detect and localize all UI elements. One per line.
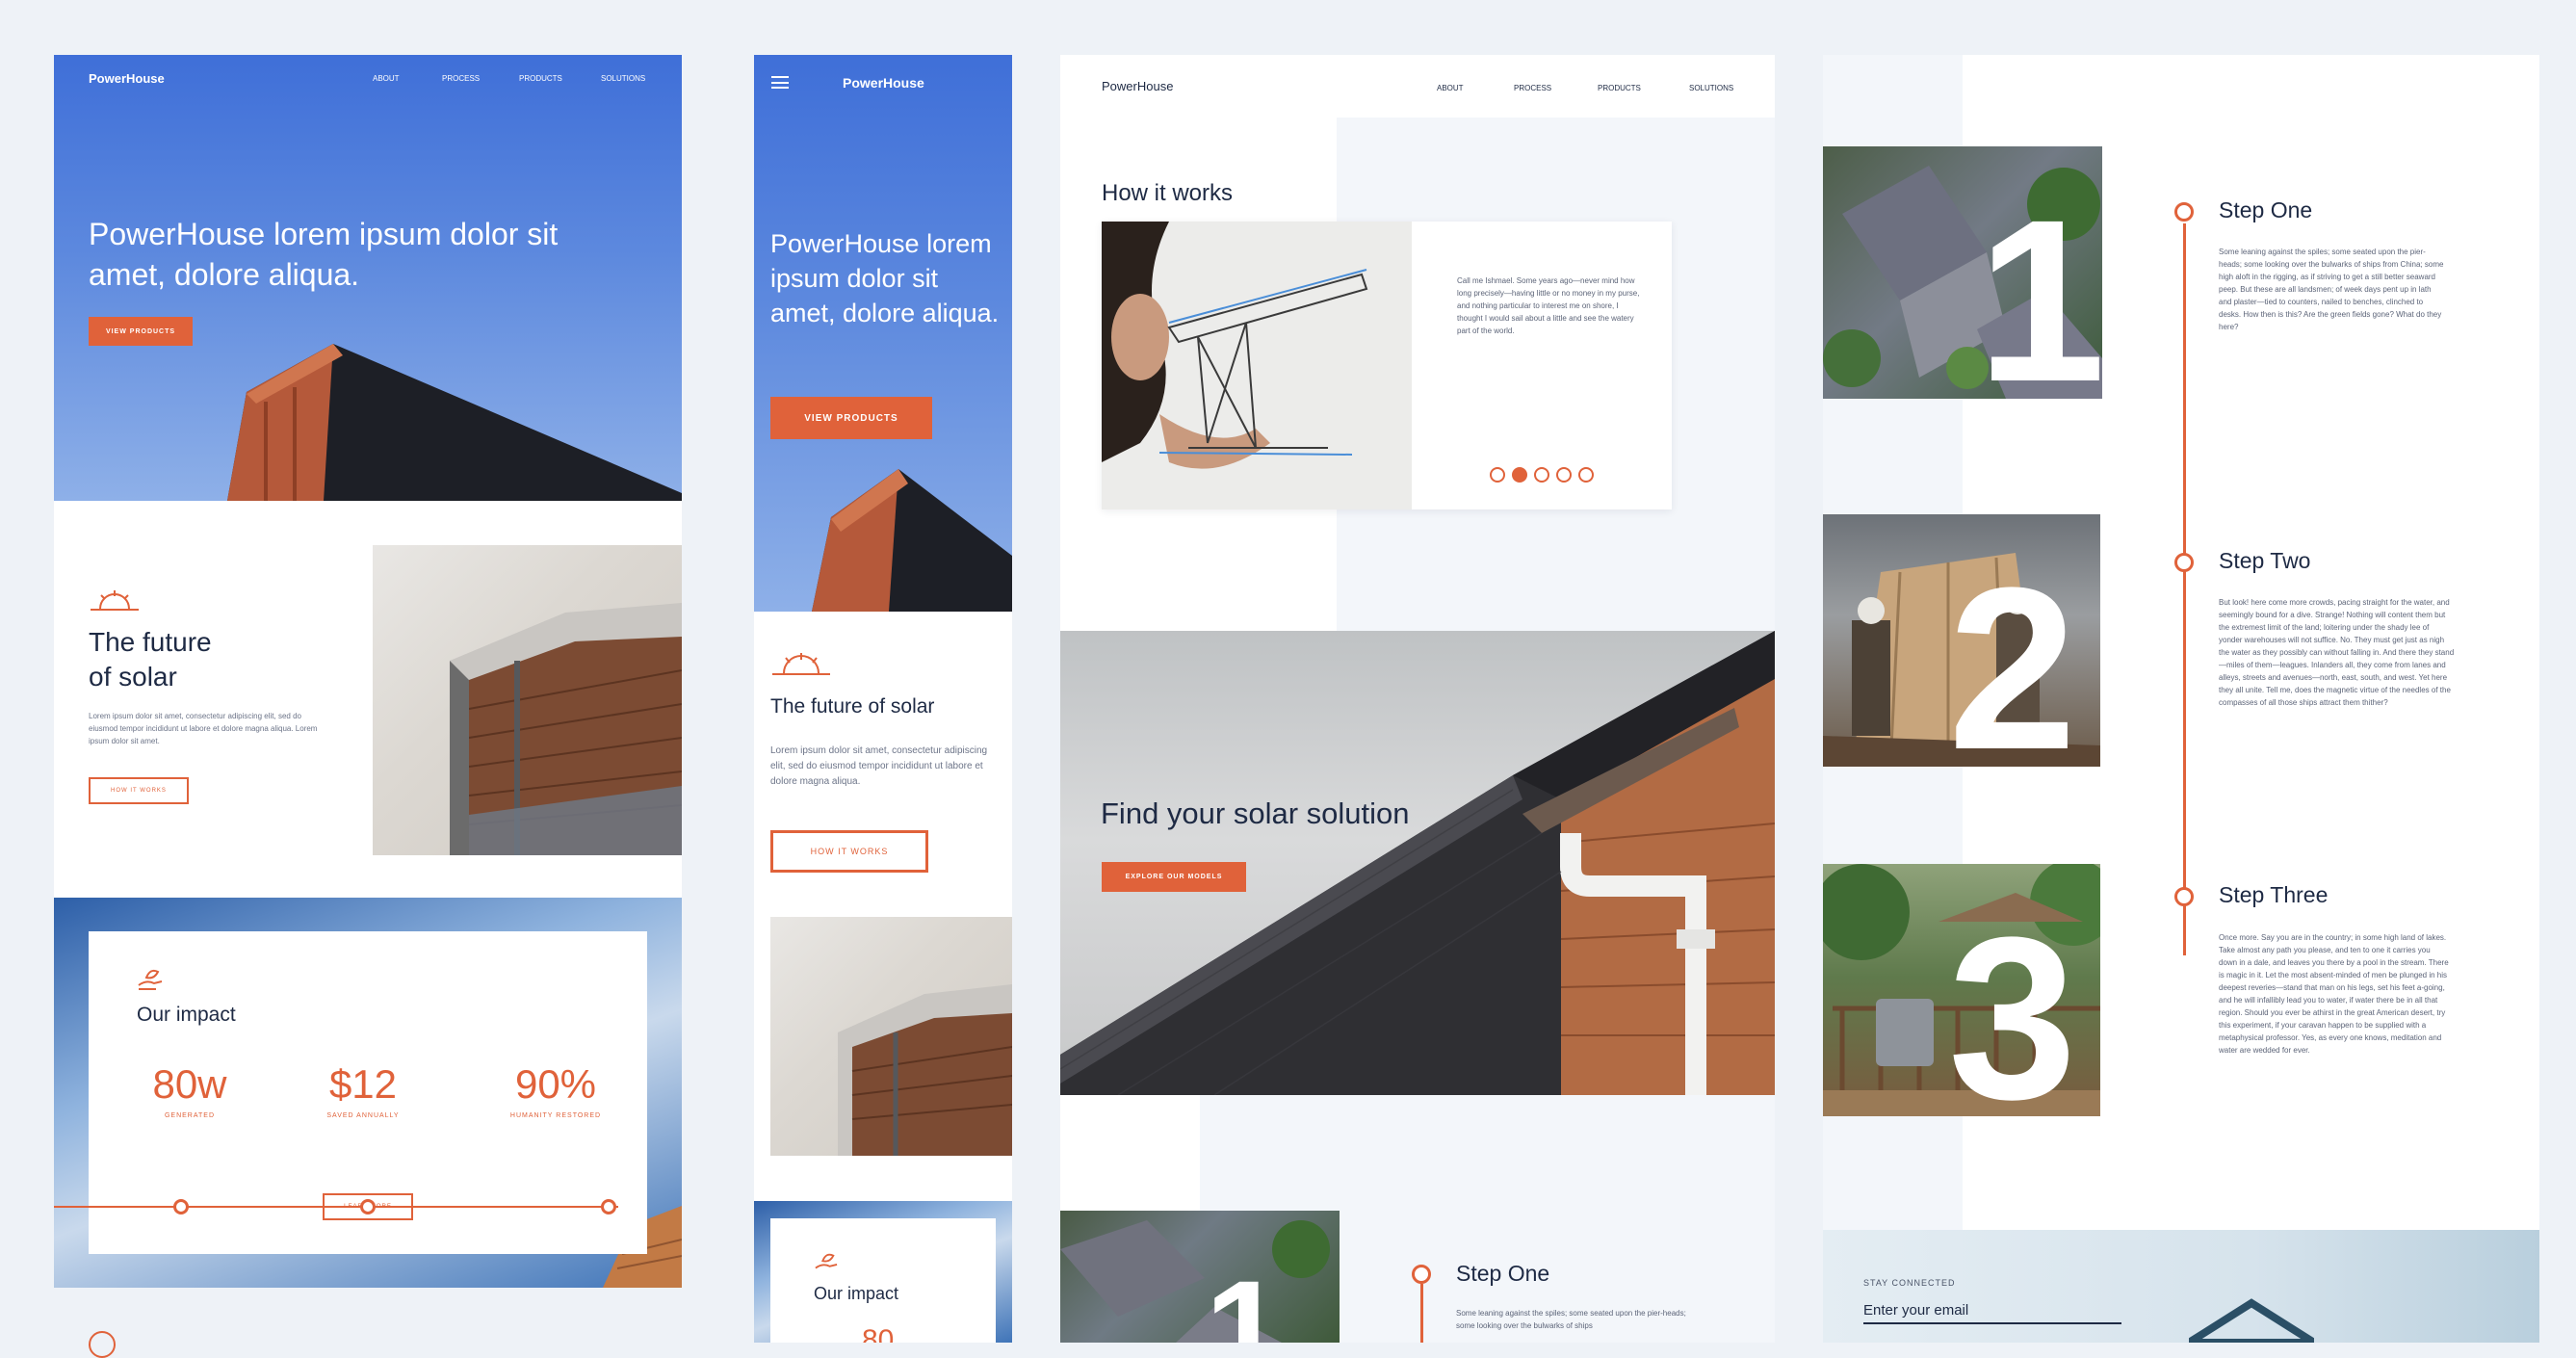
- house-roof-illustration: [2189, 1298, 2314, 1343]
- sun-icon-peek: [89, 1331, 116, 1358]
- impact-title: Our impact: [137, 1004, 236, 1026]
- hand-leaf-icon: [138, 969, 163, 990]
- step-2-body: But look! here come more crowds, pacing …: [2219, 598, 2455, 707]
- steps-timeline-line: [2183, 223, 2186, 955]
- step-3-timeline-dot: [2174, 887, 2194, 906]
- mobile-future-body: Lorem ipsum dolor sit amet, consectetur …: [770, 745, 988, 787]
- mobile-impact-card: Our impact 80: [770, 1218, 996, 1343]
- stat-label-1: GENERATED: [164, 1112, 216, 1119]
- carousel-dot[interactable]: [1578, 467, 1594, 483]
- nav-item-about[interactable]: ABOUT: [373, 74, 400, 83]
- carousel-dots: [1490, 467, 1594, 483]
- step-1-body: Some leaning against the spiles; some se…: [2219, 248, 2444, 331]
- stat-label-2: SAVED ANNUALLY: [326, 1112, 400, 1119]
- future-title-line-1: The future: [89, 627, 212, 657]
- carousel-dot-active[interactable]: [1512, 467, 1527, 483]
- drawing-photo: [1102, 222, 1412, 509]
- step-3-title: Step Three: [2219, 882, 2329, 907]
- stay-connected-label: STAY CONNECTED: [1863, 1278, 1956, 1288]
- step-1-timeline-dot: [2174, 202, 2194, 222]
- mobile-tower-photo: [770, 917, 1012, 1156]
- step-2-photo: 2: [1823, 514, 2100, 767]
- brand-logo[interactable]: PowerHouse: [89, 71, 165, 86]
- view-products-button[interactable]: VIEW PRODUCTS: [89, 317, 193, 346]
- solution-section: Find your solar solution EXPLORE OUR MOD…: [1060, 631, 1775, 1095]
- step-one-preview-number: 1: [1205, 1250, 1286, 1343]
- future-title-line-2: of solar: [89, 662, 177, 692]
- how-it-works-button[interactable]: HOW IT WORKS: [89, 777, 189, 804]
- process-nav-solutions[interactable]: SOLUTIONS: [1689, 84, 1733, 92]
- steps-page-panel: 1 2 3 Step One Some leaning against the …: [1823, 55, 2539, 1343]
- mobile-view-products-button[interactable]: VIEW PRODUCTS: [770, 397, 932, 439]
- hamburger-menu-icon[interactable]: [771, 76, 789, 89]
- mobile-hero-title: PowerHouse lorem ipsum dolor sit amet, d…: [770, 229, 1000, 327]
- newsletter-section: STAY CONNECTED: [1823, 1230, 2539, 1343]
- step-one-preview-body: Some leaning against the spiles; some se…: [1456, 1309, 1686, 1330]
- hero-section: PowerHouse ABOUT PROCESS PRODUCTS SOLUTI…: [54, 55, 682, 501]
- solution-title: Find your solar solution: [1101, 797, 1410, 830]
- impact-slider-track: [54, 1206, 618, 1208]
- sun-icon: [91, 590, 139, 611]
- step-one-timeline-line: [1420, 1284, 1423, 1343]
- step-3-body: Once more. Say you are in the country; i…: [2219, 933, 2449, 1055]
- mobile-home-panel: PowerHouse PowerHouse lorem ipsum dolor …: [754, 55, 1012, 1343]
- step-1-title: Step One: [2219, 197, 2313, 222]
- hero-title: PowerHouse lorem ipsum dolor sit amet, d…: [89, 217, 559, 292]
- mobile-sun-icon: [772, 653, 830, 675]
- email-input[interactable]: [1863, 1297, 2121, 1324]
- impact-section: Our impact 80w GENERATED $12 SAVED ANNUA…: [54, 898, 682, 1288]
- stat-value-2: $12: [328, 1061, 398, 1107]
- impact-slider-dot-2[interactable]: [360, 1199, 376, 1214]
- mobile-impact-title: Our impact: [814, 1284, 899, 1303]
- stat-label-3: HUMANITY RESTORED: [509, 1112, 602, 1119]
- step-1-photo: 1: [1823, 146, 2102, 399]
- mobile-brand-logo[interactable]: PowerHouse: [843, 75, 924, 91]
- stat-value-3: 90%: [514, 1061, 597, 1107]
- carousel-dot[interactable]: [1556, 467, 1572, 483]
- process-page-panel: PowerHouse ABOUT PROCESS PRODUCTS SOLUTI…: [1060, 55, 1775, 1343]
- process-nav-about[interactable]: ABOUT: [1437, 84, 1464, 92]
- step-one-preview-photo: 1: [1060, 1211, 1340, 1343]
- carousel-dot[interactable]: [1534, 467, 1549, 483]
- step-2-number: 2: [1948, 539, 2077, 767]
- how-it-works-body: Call me Ishmael. Some years ago—never mi…: [1457, 276, 1640, 335]
- how-it-works-card: Call me Ishmael. Some years ago—never mi…: [1102, 222, 1672, 509]
- nav-item-products[interactable]: PRODUCTS: [519, 74, 562, 83]
- mobile-hand-leaf-icon: [815, 1253, 838, 1269]
- stat-value-1: 80w: [152, 1061, 227, 1107]
- tower-photo: [373, 545, 682, 855]
- process-brand-logo[interactable]: PowerHouse: [1102, 79, 1173, 93]
- step-2-title: Step Two: [2219, 548, 2311, 573]
- process-nav-process[interactable]: PROCESS: [1514, 84, 1551, 92]
- mobile-hero-building-image: [812, 469, 1012, 612]
- mobile-future-title: The future of solar: [770, 695, 935, 718]
- future-body: Lorem ipsum dolor sit amet, consectetur …: [89, 712, 318, 745]
- impact-slider-dot-3[interactable]: [601, 1199, 616, 1214]
- impact-slider-dot-1[interactable]: [173, 1199, 189, 1214]
- process-nav-products[interactable]: PRODUCTS: [1598, 84, 1641, 92]
- step-3-photo: 3: [1823, 864, 2100, 1116]
- mobile-impact-section: Our impact 80: [754, 1201, 1012, 1343]
- explore-models-button[interactable]: EXPLORE OUR MODELS: [1102, 862, 1246, 892]
- step-3-number: 3: [1948, 889, 2077, 1116]
- carousel-dot[interactable]: [1490, 467, 1505, 483]
- step-one-timeline-dot: [1412, 1265, 1431, 1284]
- desktop-home-panel: PowerHouse ABOUT PROCESS PRODUCTS SOLUTI…: [54, 55, 682, 1288]
- step-one-preview-title: Step One: [1456, 1261, 1550, 1286]
- mobile-hero: PowerHouse PowerHouse lorem ipsum dolor …: [754, 55, 1012, 612]
- nav-item-process[interactable]: PROCESS: [442, 74, 480, 83]
- mobile-how-it-works-button[interactable]: HOW IT WORKS: [770, 830, 928, 873]
- mobile-impact-value: 80: [862, 1324, 895, 1343]
- step-2-timeline-dot: [2174, 553, 2194, 572]
- step-1-number: 1: [1977, 171, 2102, 399]
- nav-item-solutions[interactable]: SOLUTIONS: [601, 74, 645, 83]
- how-it-works-title: How it works: [1102, 180, 1234, 206]
